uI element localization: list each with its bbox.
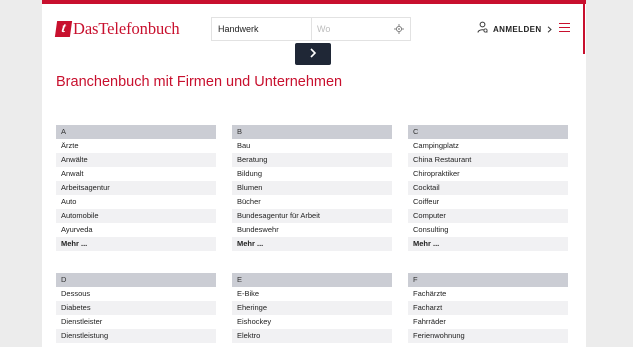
where-search-input[interactable] bbox=[312, 18, 388, 40]
category-link[interactable]: Fachärzte bbox=[408, 287, 568, 301]
category-link[interactable]: Facharzt bbox=[408, 301, 568, 315]
login-button[interactable]: ANMELDEN bbox=[477, 20, 552, 38]
column-letter: A bbox=[56, 125, 216, 139]
category-link[interactable]: Ayurveda bbox=[56, 223, 216, 237]
category-link[interactable]: Consulting bbox=[408, 223, 568, 237]
column-letter: C bbox=[408, 125, 568, 139]
category-link[interactable]: Computer bbox=[408, 209, 568, 223]
category-link[interactable]: Bundesagentur für Arbeit bbox=[232, 209, 392, 223]
crosshair-icon[interactable] bbox=[388, 18, 410, 40]
logo[interactable]: t DasTelefonbuch bbox=[54, 18, 180, 40]
category-link[interactable]: Dienstleister bbox=[56, 315, 216, 329]
hamburger-icon[interactable] bbox=[559, 23, 570, 33]
column-letter: D bbox=[56, 273, 216, 287]
chevron-right-icon bbox=[547, 20, 552, 38]
category-link[interactable]: Elektro bbox=[232, 329, 392, 343]
category-link[interactable]: Chiropraktiker bbox=[408, 167, 568, 181]
category-link[interactable]: Auto bbox=[56, 195, 216, 209]
page-title: Branchenbuch mit Firmen und Unternehmen bbox=[56, 74, 343, 90]
user-icon bbox=[477, 20, 488, 38]
category-link[interactable]: Dienstleistung bbox=[56, 329, 216, 343]
category-link[interactable]: Bildung bbox=[232, 167, 392, 181]
logo-mark: t bbox=[54, 21, 73, 37]
category-link[interactable]: Automobile bbox=[56, 209, 216, 223]
search-bar bbox=[211, 17, 411, 41]
category-link[interactable]: Campingplatz bbox=[408, 139, 568, 153]
header: t DasTelefonbuch Handwerk Wo ANMELDEN bbox=[42, 4, 586, 68]
category-link[interactable]: Bundeswehr bbox=[232, 223, 392, 237]
category-link[interactable]: Ärzte bbox=[56, 139, 216, 153]
category-link[interactable]: Eishockey bbox=[232, 315, 392, 329]
category-column-c: C Campingplatz China Restaurant Chiropra… bbox=[408, 125, 568, 251]
category-link[interactable]: Beratung bbox=[232, 153, 392, 167]
category-column-d: D Dessous Diabetes Dienstleister Dienstl… bbox=[56, 273, 216, 343]
category-column-b: B Bau Beratung Bildung Blumen Bücher Bun… bbox=[232, 125, 392, 251]
category-link[interactable]: Eheringe bbox=[232, 301, 392, 315]
logo-text: DasTelefonbuch bbox=[73, 19, 180, 38]
category-link[interactable]: Bau bbox=[232, 139, 392, 153]
login-label: ANMELDEN bbox=[493, 24, 542, 34]
category-link[interactable]: E-Bike bbox=[232, 287, 392, 301]
category-column-f: F Fachärzte Facharzt Fahrräder Ferienwoh… bbox=[408, 273, 568, 343]
category-link[interactable]: Anwalt bbox=[56, 167, 216, 181]
category-link[interactable]: Blumen bbox=[232, 181, 392, 195]
category-link[interactable]: Anwälte bbox=[56, 153, 216, 167]
category-link[interactable]: Dessous bbox=[56, 287, 216, 301]
category-link[interactable]: Cocktail bbox=[408, 181, 568, 195]
chevron-right-icon bbox=[309, 45, 317, 63]
category-link[interactable]: China Restaurant bbox=[408, 153, 568, 167]
page: t DasTelefonbuch Handwerk Wo ANMELDEN Br… bbox=[42, 0, 586, 347]
search-submit-button[interactable] bbox=[295, 43, 331, 65]
more-link[interactable]: Mehr ... bbox=[232, 237, 392, 251]
category-link[interactable]: Coiffeur bbox=[408, 195, 568, 209]
what-search-input[interactable] bbox=[212, 18, 312, 40]
column-letter: F bbox=[408, 273, 568, 287]
category-link[interactable]: Fahrräder bbox=[408, 315, 568, 329]
category-link[interactable]: Arbeitsagentur bbox=[56, 181, 216, 195]
column-letter: B bbox=[232, 125, 392, 139]
category-column-e: E E-Bike Eheringe Eishockey Elektro bbox=[232, 273, 392, 343]
category-link[interactable]: Diabetes bbox=[56, 301, 216, 315]
category-link[interactable]: Bücher bbox=[232, 195, 392, 209]
more-link[interactable]: Mehr ... bbox=[56, 237, 216, 251]
right-accent-bar bbox=[583, 4, 585, 54]
column-letter: E bbox=[232, 273, 392, 287]
more-link[interactable]: Mehr ... bbox=[408, 237, 568, 251]
category-link[interactable]: Ferienwohnung bbox=[408, 329, 568, 343]
category-column-a: A Ärzte Anwälte Anwalt Arbeitsagentur Au… bbox=[56, 125, 216, 251]
